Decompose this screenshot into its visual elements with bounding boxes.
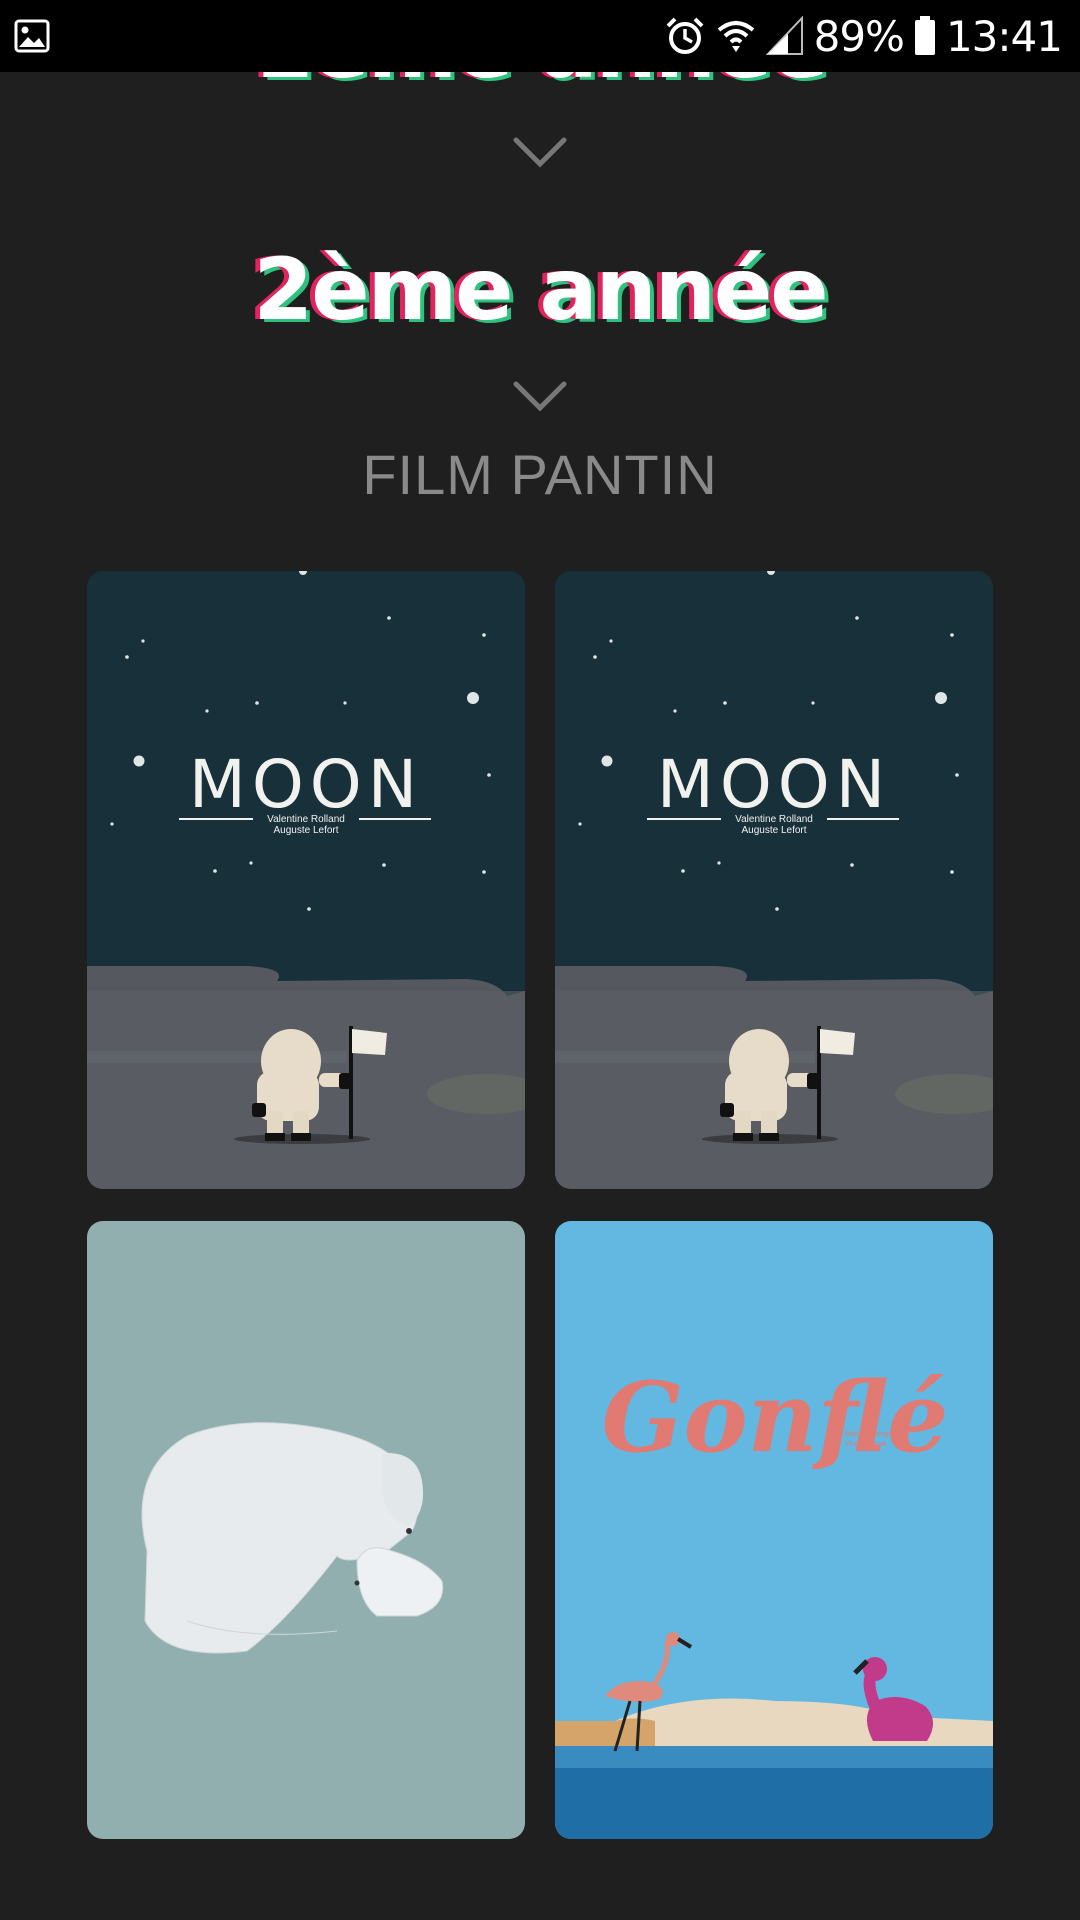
signal-icon [765, 16, 803, 55]
moon-poster: MOON Valentine Rolland Auguste Lefort [555, 571, 993, 1189]
gonfle-credit-1: Marie Seitengwit [845, 1431, 897, 1438]
film-card-gonfle[interactable]: Gonflé Marie Seitengwit Vincent Seiet [555, 1221, 993, 1839]
battery-percent: 89% [813, 11, 905, 61]
gonfle-title: Gonflé [602, 1361, 949, 1474]
previous-year-heading[interactable]: 1ème année [0, 72, 1080, 92]
film-card-polar-bears[interactable] [87, 1221, 525, 1839]
wifi-icon [717, 21, 754, 52]
moon-title: MOON [189, 746, 423, 823]
current-year-heading[interactable]: 2ème année [0, 240, 1080, 340]
moon-credit-2: Auguste Lefort [741, 825, 806, 836]
moon-credit-1: Valentine Rolland [267, 814, 345, 825]
moon-title: MOON [657, 746, 891, 823]
chevron-down-icon[interactable] [512, 376, 568, 416]
battery-icon [914, 16, 935, 55]
polar-bear-poster [87, 1221, 525, 1839]
moon-credit-2: Auguste Lefort [273, 825, 338, 836]
film-card-moon[interactable]: MOON Valentine Rolland Auguste Lefort [555, 571, 993, 1189]
chevron-down-icon[interactable] [512, 132, 568, 172]
film-card-moon[interactable]: MOON Valentine Rolland Auguste Lefort [87, 571, 525, 1189]
clock: 13:41 [945, 11, 1063, 61]
moon-poster: MOON Valentine Rolland Auguste Lefort [87, 571, 525, 1189]
moon-credit-1: Valentine Rolland [735, 814, 813, 825]
gonfle-poster: Gonflé Marie Seitengwit Vincent Seiet [555, 1221, 993, 1839]
section-title: FILM PANTIN [362, 443, 718, 506]
alarm-icon [666, 17, 704, 54]
previous-year-heading-clip: 1ème année [0, 72, 1080, 92]
status-bar: 89% 13:41 [0, 0, 1080, 72]
image-icon [14, 19, 50, 53]
gonfle-credit-2: Vincent Seiet [845, 1441, 886, 1448]
